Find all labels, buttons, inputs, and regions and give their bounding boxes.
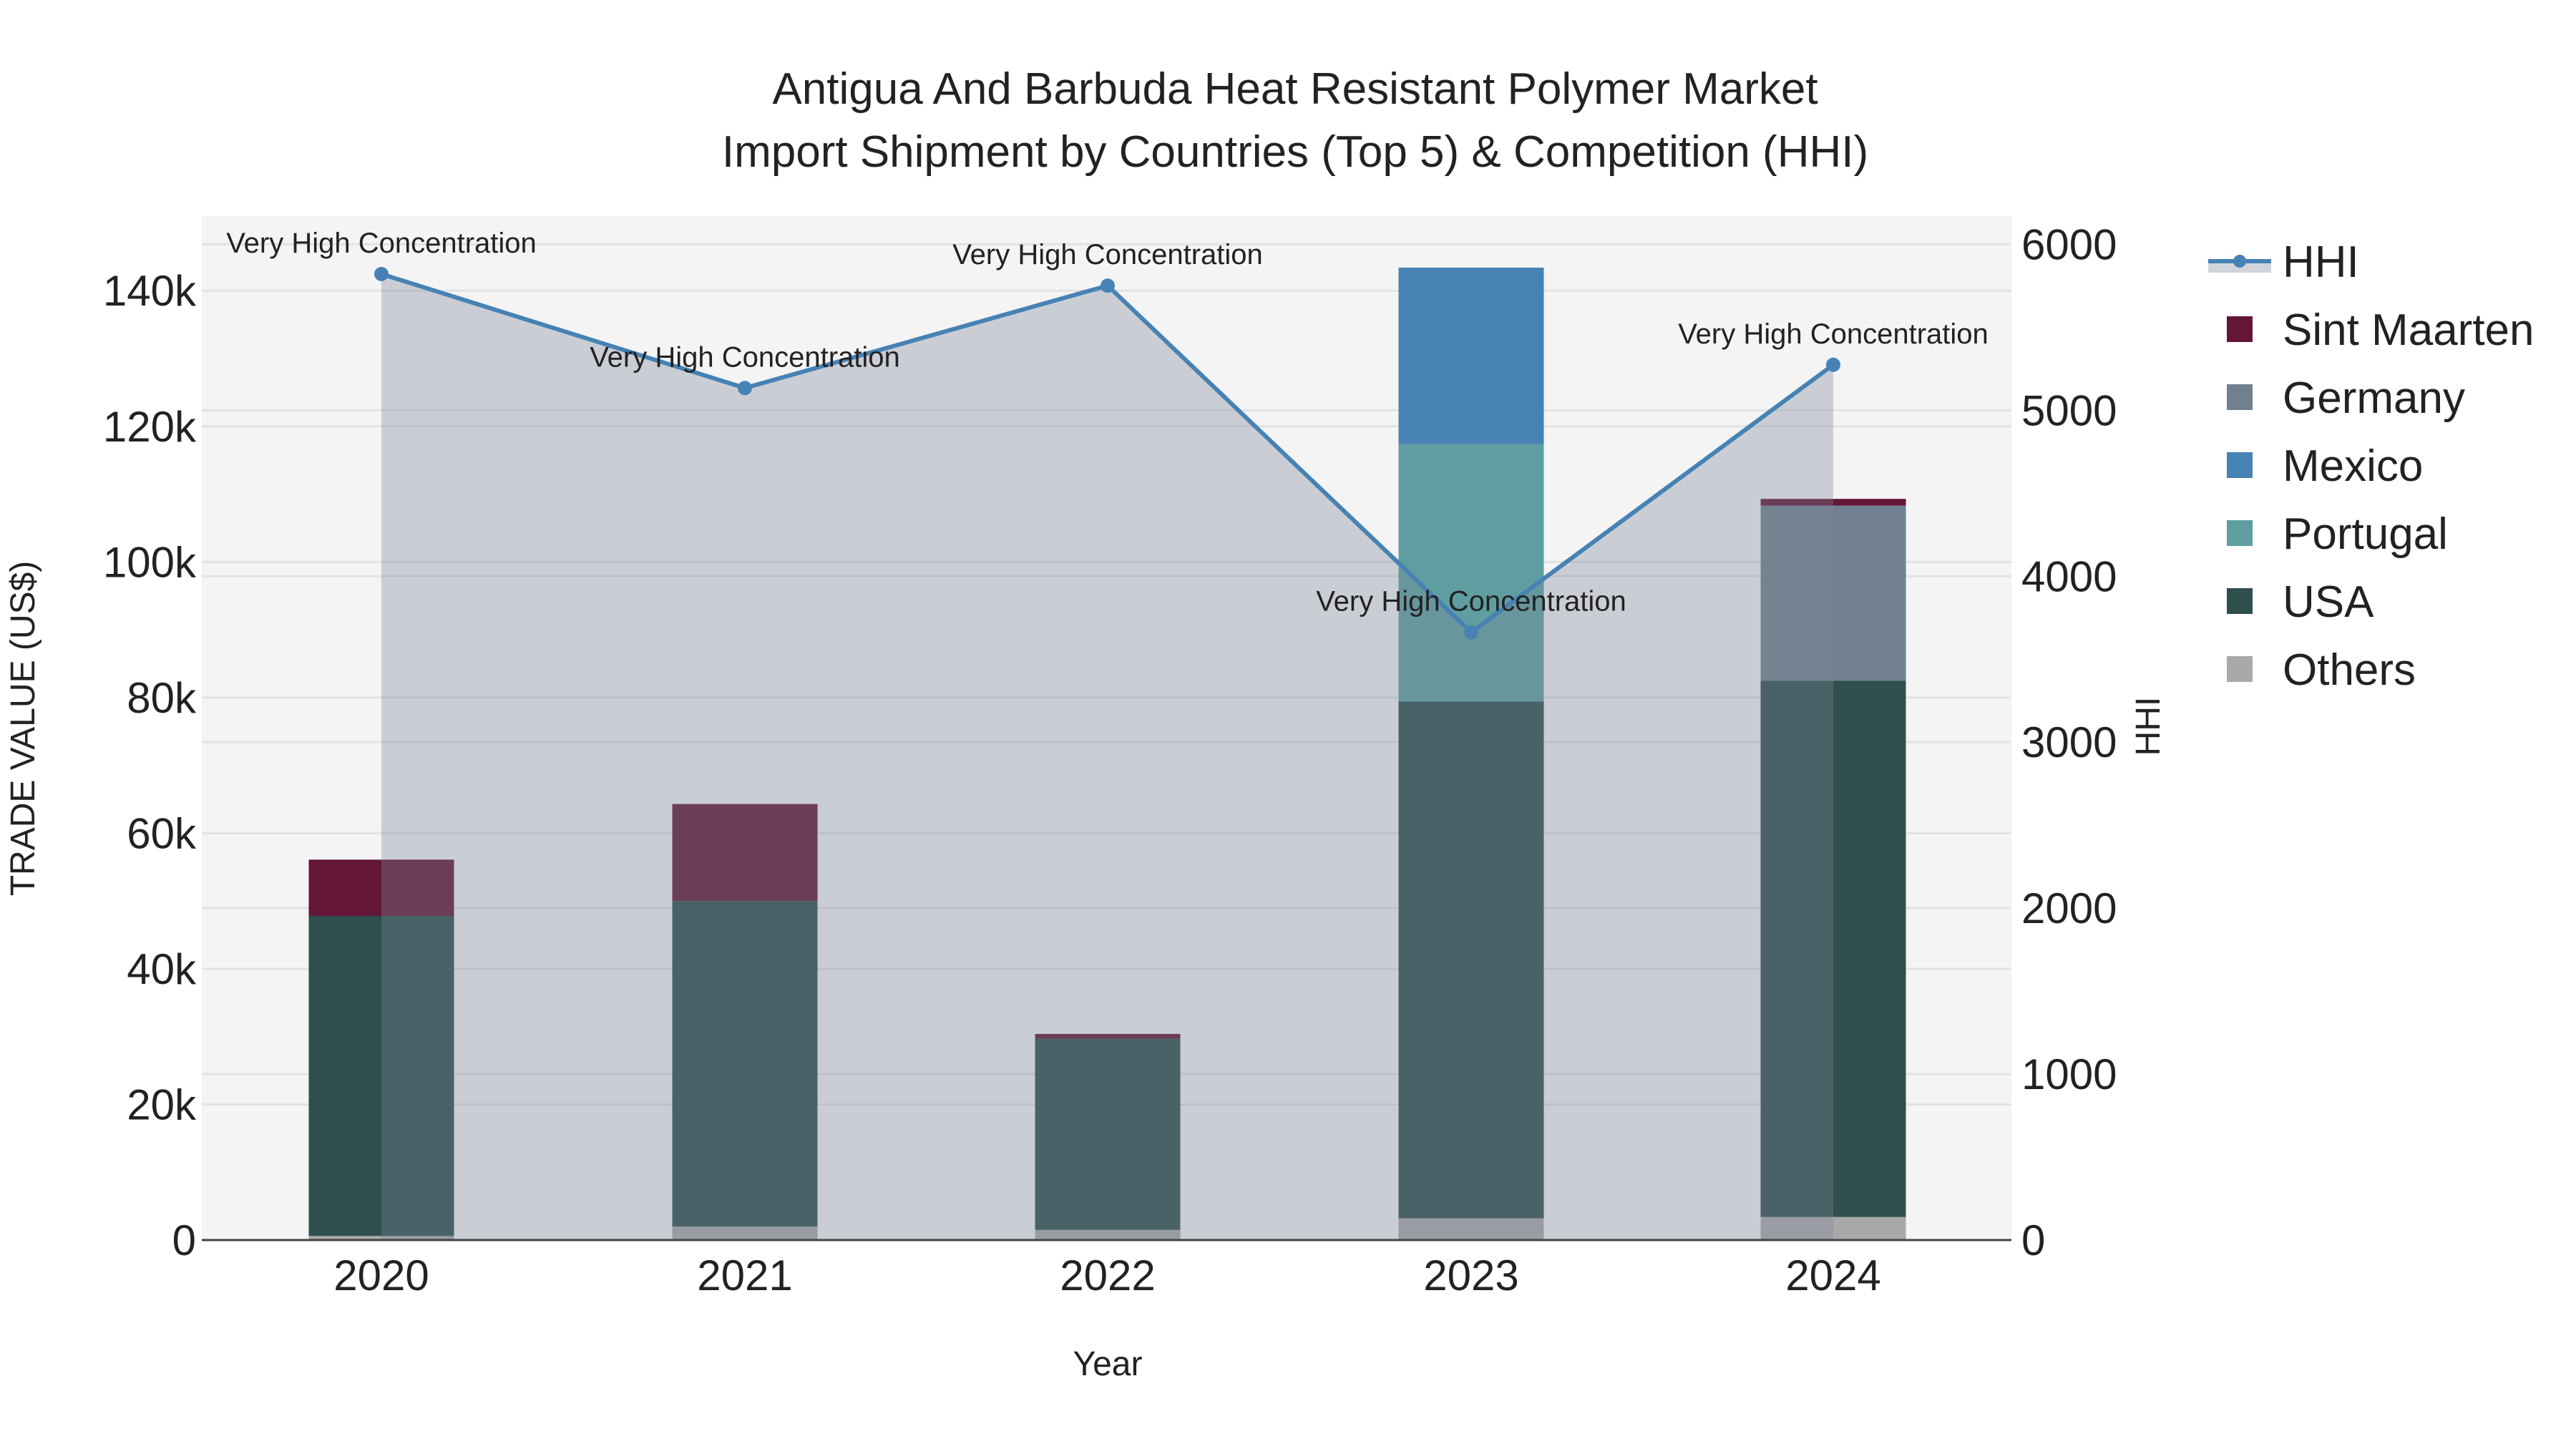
chart: Antigua And Barbuda Heat Resistant Polym… [4,64,2534,1383]
legend-swatch-others [2227,656,2253,682]
legend-swatch-sint-maarten [2227,316,2253,342]
hhi-point [1826,357,1840,372]
x-axis-ticks: 2020 2021 2022 2023 2024 [333,1252,1880,1299]
chart-title-line2: Import Shipment by Countries (Top 5) & C… [722,127,1868,177]
legend-hhi-marker-icon [2233,255,2246,268]
y2-tick-label: 3000 [2021,718,2117,766]
y2-tick-label: 1000 [2021,1050,2117,1098]
legend: HHI Sint Maarten Germany Mexico Portugal USA O… [2208,238,2534,695]
y2-axis-ticks: 0 1000 2000 3000 4000 5000 6000 [2021,220,2117,1264]
chart-title-line1: Antigua And Barbuda Heat Resistant Polym… [772,64,1818,114]
hhi-point [738,381,752,396]
hhi-point [1464,625,1478,640]
x-tick-label: 2022 [1060,1252,1155,1299]
y-axis-title: TRADE VALUE (US$) [4,561,42,897]
hhi-annotation: Very High Concentration [952,239,1263,270]
legend-label: Germany [2283,374,2465,423]
y-axis-ticks: 0 20k 40k 60k 80k 100k 120k 140k [103,267,197,1264]
legend-label: HHI [2283,238,2359,287]
x-tick-label: 2023 [1423,1252,1518,1299]
bar-mexico-2023 [1398,268,1544,444]
y-tick-label: 100k [103,538,197,586]
hhi-annotation: Very High Concentration [1678,318,1989,350]
y-tick-label: 120k [103,403,197,451]
legend-swatch-mexico [2227,452,2253,478]
y2-axis-title: HHI [2129,697,2167,756]
y2-tick-label: 5000 [2021,386,2117,434]
legend-label: Portugal [2283,509,2448,559]
legend-label: Others [2283,645,2416,695]
y-tick-label: 60k [127,809,197,857]
legend-swatch-portugal [2227,520,2253,546]
x-axis-title: Year [1073,1345,1143,1383]
x-tick-label: 2020 [333,1252,429,1299]
hhi-annotation: Very High Concentration [226,228,537,259]
y2-tick-label: 6000 [2021,220,2117,268]
y-tick-label: 20k [127,1080,197,1128]
hhi-point [1101,278,1115,293]
y-tick-label: 0 [172,1216,196,1264]
y-tick-label: 80k [127,674,197,722]
x-tick-label: 2021 [697,1252,792,1299]
y2-tick-label: 2000 [2021,884,2117,932]
y-tick-label: 140k [103,267,197,315]
legend-swatch-usa [2227,588,2253,614]
x-tick-label: 2024 [1785,1252,1880,1299]
legend-swatch-germany [2227,384,2253,410]
hhi-annotation: Very High Concentration [1316,586,1626,618]
y2-tick-label: 0 [2021,1216,2045,1264]
y2-tick-label: 4000 [2021,552,2117,600]
hhi-point [374,266,389,281]
y-tick-label: 40k [127,945,197,993]
legend-label: Mexico [2283,441,2423,491]
legend-label: USA [2283,577,2374,627]
hhi-annotation: Very High Concentration [590,341,900,373]
legend-label: Sint Maarten [2283,306,2534,355]
